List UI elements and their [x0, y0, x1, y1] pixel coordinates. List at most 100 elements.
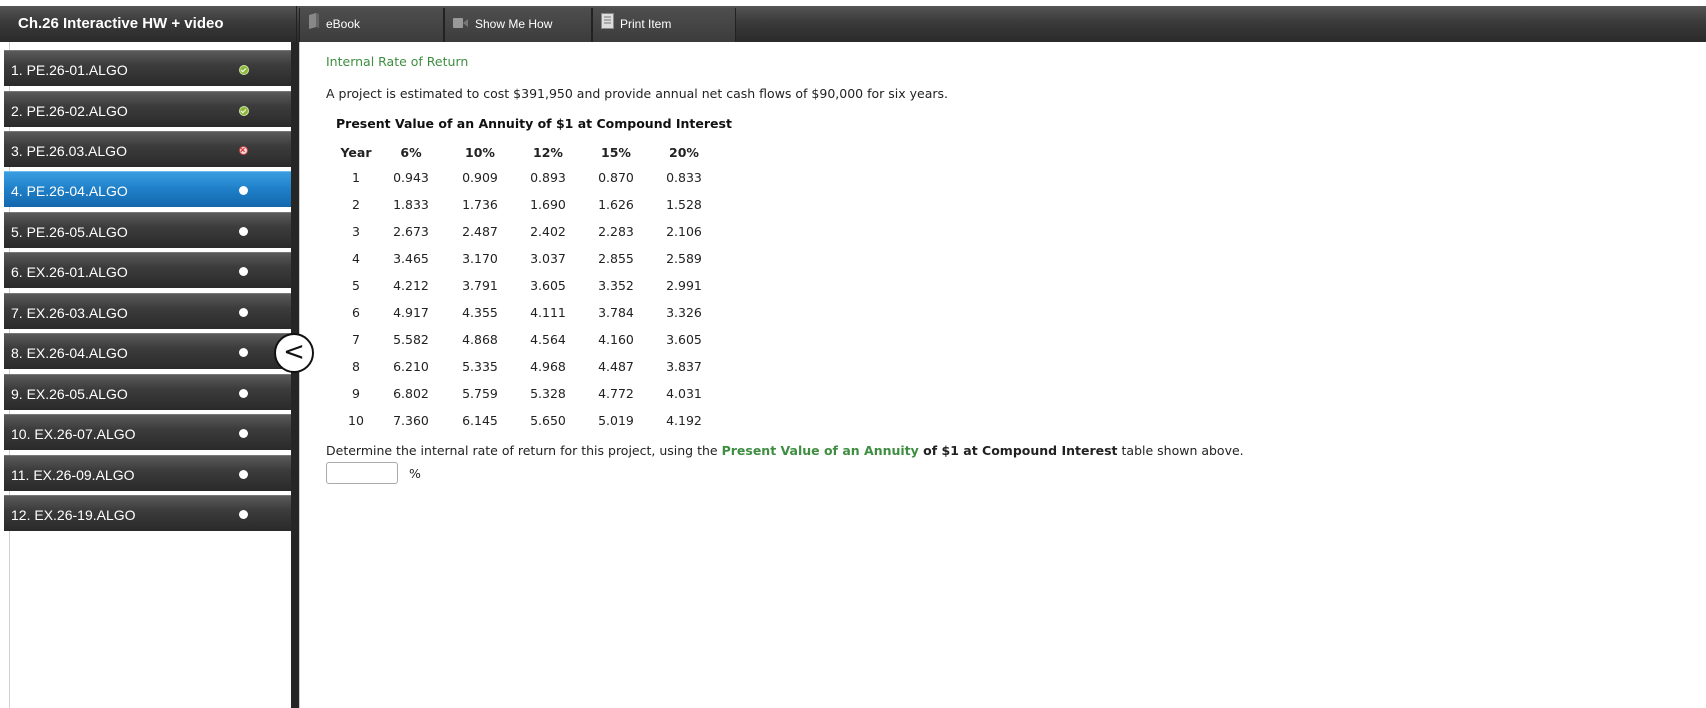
pending-dot-icon	[239, 267, 248, 276]
question-text: A project is estimated to cost $391,950 …	[326, 86, 948, 101]
factor-cell: 0.833	[666, 170, 702, 185]
show-me-how-label: Show Me How	[475, 17, 553, 31]
factor-cell: 3.837	[666, 359, 702, 374]
table-row: 5 4.212 3.791 3.605 3.352 2.991	[336, 272, 718, 299]
sidebar-item-8[interactable]: 8. EX.26-04.ALGO	[4, 333, 291, 369]
question-title: Internal Rate of Return	[326, 54, 469, 69]
factor-cell: 5.582	[393, 332, 429, 347]
pending-dot-icon	[239, 510, 248, 519]
factor-cell: 4.968	[530, 359, 566, 374]
year-cell: 10	[348, 413, 364, 428]
sidebar-item-11[interactable]: 11. EX.26-09.ALGO	[4, 455, 291, 491]
factor-cell: 4.772	[598, 386, 634, 401]
sidebar-item-10[interactable]: 10. EX.26-07.ALGO	[4, 414, 291, 450]
irr-answer-input[interactable]	[326, 462, 398, 484]
pending-dot-icon	[239, 348, 248, 357]
factor-cell: 5.759	[462, 386, 498, 401]
factor-cell: 1.626	[598, 197, 634, 212]
year-cell: 9	[352, 386, 360, 401]
factor-cell: 4.917	[393, 305, 429, 320]
table-row: 6 4.917 4.355 4.111 3.784 3.326	[336, 299, 718, 326]
factor-cell: 3.037	[530, 251, 566, 266]
factor-cell: 4.564	[530, 332, 566, 347]
show-me-how-button[interactable]: Show Me How	[444, 8, 592, 42]
table-row: 4 3.465 3.170 3.037 2.855 2.589	[336, 245, 718, 272]
prompt-bold: of $1 at Compound Interest	[918, 443, 1118, 458]
collapse-sidebar-button[interactable]: <	[274, 333, 314, 373]
factor-cell: 4.868	[462, 332, 498, 347]
sidebar-item-label: 3. PE.26.03.ALGO	[11, 143, 127, 159]
factor-cell: 4.111	[530, 305, 566, 320]
ebook-button[interactable]: eBook	[299, 8, 444, 42]
pending-dot-icon	[239, 470, 248, 479]
factor-cell: 2.283	[598, 224, 634, 239]
year-cell: 4	[352, 251, 360, 266]
prompt-text: Determine the internal rate of return fo…	[326, 443, 722, 458]
pending-dot-icon	[239, 389, 248, 398]
table-row: 2 1.833 1.736 1.690 1.626 1.528	[336, 191, 718, 218]
sidebar-item-4[interactable]: 4. PE.26-04.ALGO	[4, 171, 291, 207]
table-row: 8 6.210 5.335 4.968 4.487 3.837	[336, 353, 718, 380]
year-cell: 2	[352, 197, 360, 212]
sidebar-item-9[interactable]: 9. EX.26-05.ALGO	[4, 374, 291, 410]
sidebar-item-label: 6. EX.26-01.ALGO	[11, 264, 128, 280]
prompt-highlight: Present Value of an Annuity	[721, 443, 919, 458]
sidebar-item-2[interactable]: 2. PE.26-02.ALGO	[4, 91, 291, 127]
column-header: 20%	[669, 144, 699, 160]
year-cell: 3	[352, 224, 360, 239]
factor-cell: 4.355	[462, 305, 498, 320]
year-cell: 8	[352, 359, 360, 374]
sidebar-item-5[interactable]: 5. PE.26-05.ALGO	[4, 212, 291, 248]
sidebar-item-3[interactable]: 3. PE.26.03.ALGO	[4, 131, 291, 167]
pending-dot-icon	[239, 308, 248, 317]
factor-cell: 0.893	[530, 170, 566, 185]
factor-cell: 4.031	[666, 386, 702, 401]
factor-cell: 3.326	[666, 305, 702, 320]
correct-check-icon	[239, 65, 249, 75]
column-header: 12%	[533, 144, 563, 160]
factor-cell: 2.673	[393, 224, 429, 239]
factor-cell: 3.352	[598, 278, 634, 293]
print-item-button[interactable]: Print Item	[592, 8, 736, 42]
pending-dot-icon	[239, 186, 248, 195]
factor-cell: 4.160	[598, 332, 634, 347]
factor-cell: 7.360	[393, 413, 429, 428]
year-cell: 6	[352, 305, 360, 320]
present-value-table: Year 6% 10% 12% 15% 20% 1 0.943 0.909 0.893…	[336, 140, 718, 434]
factor-cell: 2.487	[462, 224, 498, 239]
table-row: 7 5.582 4.868 4.564 4.160 3.605	[336, 326, 718, 353]
factor-cell: 2.402	[530, 224, 566, 239]
factor-cell: 0.943	[393, 170, 429, 185]
factor-cell: 3.605	[666, 332, 702, 347]
factor-cell: 6.802	[393, 386, 429, 401]
sidebar-item-7[interactable]: 7. EX.26-03.ALGO	[4, 293, 291, 329]
factor-cell: 2.106	[666, 224, 702, 239]
sidebar-item-label: 10. EX.26-07.ALGO	[11, 426, 136, 442]
sidebar-item-6[interactable]: 6. EX.26-01.ALGO	[4, 252, 291, 288]
sidebar-item-1[interactable]: 1. PE.26-01.ALGO	[4, 50, 291, 86]
factor-cell: 4.487	[598, 359, 634, 374]
sidebar-item-label: 4. PE.26-04.ALGO	[11, 183, 128, 199]
table-caption: Present Value of an Annuity of $1 at Com…	[336, 116, 732, 131]
print-item-label: Print Item	[620, 17, 672, 31]
table-body: 1 0.943 0.909 0.893 0.870 0.833 2 1.833 1.736 1.6…	[336, 164, 718, 434]
assignment-title: Ch.26 Interactive HW + video	[0, 6, 297, 42]
factor-cell: 5.650	[530, 413, 566, 428]
sidebar-item-label: 12. EX.26-19.ALGO	[11, 507, 136, 523]
factor-cell: 2.991	[666, 278, 702, 293]
factor-cell: 4.192	[666, 413, 702, 428]
factor-cell: 5.328	[530, 386, 566, 401]
sidebar-item-label: 11. EX.26-09.ALGO	[11, 467, 135, 483]
column-header: 15%	[601, 144, 631, 160]
year-cell: 1	[352, 170, 360, 185]
factor-cell: 6.145	[462, 413, 498, 428]
factor-cell: 0.909	[462, 170, 498, 185]
factor-cell: 3.784	[598, 305, 634, 320]
factor-cell: 5.019	[598, 413, 634, 428]
factor-cell: 3.170	[462, 251, 498, 266]
column-header: 6%	[400, 144, 422, 160]
sidebar-item-12[interactable]: 12. EX.26-19.ALGO	[4, 495, 291, 531]
question-prompt: Determine the internal rate of return fo…	[326, 443, 1244, 458]
factor-cell: 1.690	[530, 197, 566, 212]
factor-cell: 4.212	[393, 278, 429, 293]
